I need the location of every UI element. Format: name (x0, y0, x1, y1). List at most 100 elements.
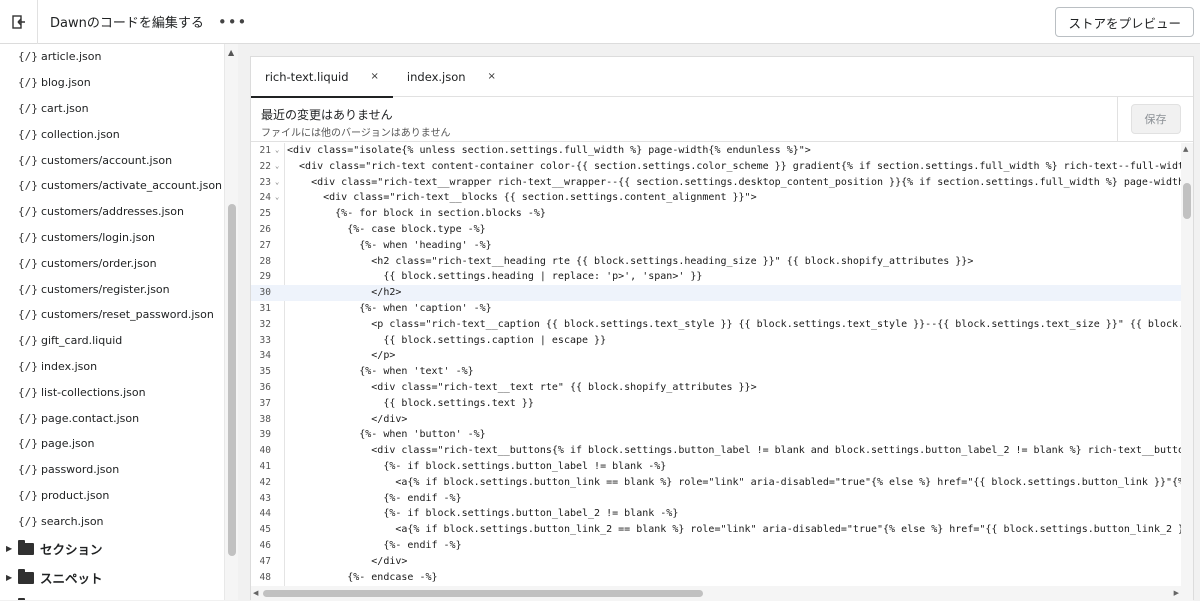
sidebar-scroll-thumb[interactable] (228, 204, 236, 556)
code-line[interactable]: 28 <h2 class="rich-text__heading rte {{ … (251, 254, 1183, 270)
line-number: 34 (259, 350, 271, 362)
code-line[interactable]: 24 ⌄ <div class="rich-text__blocks {{ sec… (251, 190, 1183, 206)
code-text: {%- if block.settings.button_label_2 != … (287, 508, 679, 520)
folder-item[interactable]: ▶設定 (0, 592, 224, 600)
code-line[interactable]: 46 {%- endif -%} (251, 538, 1183, 554)
file-item[interactable]: {/} customers/activate_account.json (0, 173, 224, 199)
code-text: {%- endif -%} (287, 492, 462, 504)
fold-toggle-icon[interactable]: ⌄ (275, 159, 285, 175)
scroll-right-icon[interactable]: ▶ (1174, 589, 1179, 597)
liquid-file-icon: {/} (18, 153, 38, 167)
file-name: cart.json (41, 101, 89, 115)
code-line[interactable]: 38 </div> (251, 412, 1183, 428)
code-line[interactable]: 26 {%- case block.type -%} (251, 222, 1183, 238)
liquid-file-icon: {/} (18, 127, 38, 141)
folder-item[interactable]: ▶ スニペット (0, 563, 224, 592)
code-text: {%- when 'caption' -%} (287, 303, 492, 314)
code-text: </div> (287, 555, 408, 567)
file-tab[interactable]: rich-text.liquid × (251, 57, 393, 98)
file-item[interactable]: {/} customers/order.json (0, 250, 224, 276)
code-line[interactable]: 36 <div class="rich-text__text rte" {{ b… (251, 380, 1183, 396)
code-line[interactable]: 47 </div> (251, 554, 1183, 570)
code-line[interactable]: 35 {%- when 'text' -%} (251, 364, 1183, 380)
code-text: {%- when 'button' -%} (287, 429, 486, 441)
fold-toggle-icon[interactable]: ⌄ (275, 190, 285, 206)
code-line[interactable]: 33 {{ block.settings.caption | escape }} (251, 333, 1183, 349)
scroll-left-icon[interactable]: ◀ (253, 589, 258, 597)
tab-label: index.json (406, 69, 466, 84)
code-line[interactable]: 22 ⌄ <div class="rich-text content-contai… (251, 159, 1191, 175)
sidebar-scrollbar[interactable]: ▲ (224, 44, 238, 600)
code-line[interactable]: 27 {%- when 'heading' -%} (251, 238, 1183, 254)
file-item[interactable]: {/} customers/register.json (0, 276, 224, 302)
code-line[interactable]: 23 ⌄ <div class="rich-text__wrapper rich-… (251, 175, 1193, 191)
file-item[interactable]: {/} index.json (0, 354, 224, 380)
code-line[interactable]: 30 </h2> (251, 285, 1183, 301)
code-line[interactable]: 39 {%- when 'button' -%} (251, 427, 1183, 443)
code-line[interactable]: 41 {%- if block.settings.button_label !=… (251, 459, 1183, 475)
file-item[interactable]: {/} search.json (0, 508, 224, 534)
code-line[interactable]: 48 {%- endcase -%} (251, 570, 1183, 586)
code-line[interactable]: 21 ⌄ <div class="isolate{% unless section.… (251, 143, 1183, 159)
scroll-up-icon[interactable]: ▲ (1183, 145, 1188, 153)
code-line[interactable]: 29 {{ block.settings.heading | replace: … (251, 269, 1183, 285)
preview-store-button[interactable]: ストアをプレビュー (1055, 7, 1194, 37)
editor-vertical-scrollbar[interactable]: ▲ (1181, 143, 1193, 586)
file-item[interactable]: {/} page.contact.json (0, 405, 224, 431)
code-line[interactable]: 40 <div class="rich-text__buttons{% if b… (251, 443, 1193, 459)
file-item[interactable]: {/} page.json (0, 431, 224, 457)
code-line[interactable]: 25 {%- for block in section.blocks -%} (251, 206, 1183, 222)
exit-button[interactable] (0, 0, 38, 44)
file-item[interactable]: {/} blog.json (0, 70, 224, 96)
code-line[interactable]: 42 <a{% if block.settings.button_link ==… (251, 475, 1193, 491)
file-name: customers/login.json (41, 230, 156, 244)
folder-icon (18, 568, 34, 584)
file-item[interactable]: {/} customers/login.json (0, 225, 224, 251)
code-line[interactable]: 37 {{ block.settings.text }} (251, 396, 1183, 412)
liquid-file-icon: {/} (18, 411, 38, 425)
line-number: 46 (259, 540, 271, 551)
file-item[interactable]: {/} customers/account.json (0, 147, 224, 173)
file-item[interactable]: {/} product.json (0, 483, 224, 509)
liquid-file-icon: {/} (18, 101, 38, 115)
liquid-file-icon: {/} (18, 76, 38, 90)
file-item[interactable]: {/} password.json (0, 457, 224, 483)
scroll-up-icon[interactable]: ▲ (228, 48, 234, 57)
code-line[interactable]: 32 <p class="rich-text__caption {{ block… (251, 317, 1193, 333)
close-icon[interactable]: × (371, 71, 379, 82)
editor-vertical-scroll-thumb[interactable] (1183, 183, 1191, 219)
close-icon[interactable]: × (488, 71, 496, 82)
line-number: 47 (259, 555, 271, 567)
tab-label: rich-text.liquid (265, 69, 349, 84)
code-line[interactable]: 43 {%- endif -%} (251, 491, 1183, 507)
save-button[interactable]: 保存 (1130, 104, 1181, 134)
editor-horizontal-scrollbar[interactable]: ◀ ▶ (251, 586, 1193, 601)
file-item[interactable]: {/} list-collections.json (0, 379, 224, 405)
code-text: </h2> (287, 287, 402, 299)
code-line[interactable]: 34 </p> (251, 348, 1183, 364)
fold-toggle-icon[interactable]: ⌄ (275, 175, 285, 191)
line-number: 32 (259, 318, 271, 330)
code-line[interactable]: 31 {%- when 'caption' -%} (251, 301, 1183, 317)
folder-item[interactable]: ▶ セクション (0, 534, 224, 563)
line-number: 44 (259, 508, 271, 520)
file-tab[interactable]: index.json × (393, 57, 510, 97)
code-editor[interactable]: 21 ⌄ <div class="isolate{% unless section.… (251, 143, 1193, 586)
more-actions-icon[interactable]: ••• (218, 13, 248, 31)
liquid-file-icon: {/} (18, 334, 38, 348)
file-item[interactable]: {/} cart.json (0, 96, 224, 122)
file-item[interactable]: {/} collection.json (0, 121, 224, 147)
code-line[interactable]: 44 {%- if block.settings.button_label_2 … (251, 506, 1183, 522)
file-item[interactable]: {/} article.json (0, 44, 224, 70)
line-number: 38 (259, 413, 271, 425)
file-name: search.json (41, 514, 104, 528)
file-item[interactable]: {/} gift_card.liquid (0, 328, 224, 354)
code-text: <div class="rich-text__buttons{% if bloc… (287, 445, 1193, 457)
code-text: <a{% if block.settings.button_link == bl… (287, 476, 1193, 488)
code-line[interactable]: 45 <a{% if block.settings.button_link_2 … (251, 522, 1193, 538)
fold-toggle-icon[interactable]: ⌄ (275, 143, 285, 159)
file-item[interactable]: {/} customers/addresses.json (0, 199, 224, 225)
code-text: <div class="rich-text__blocks {{ section… (287, 192, 757, 204)
file-item[interactable]: {/} customers/reset_password.json (0, 302, 224, 328)
editor-horizontal-scroll-thumb[interactable] (263, 590, 703, 597)
